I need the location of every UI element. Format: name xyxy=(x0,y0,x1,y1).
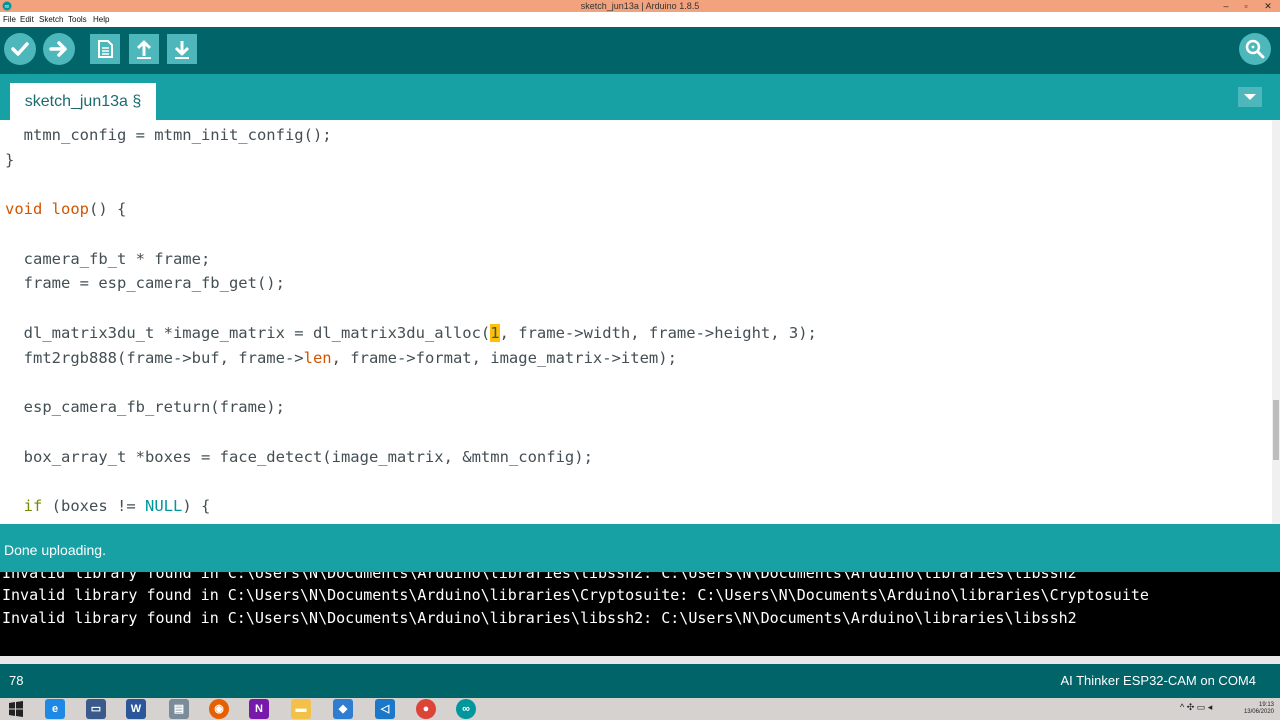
file-icon[interactable]: ▤ xyxy=(169,699,189,719)
title-bar: ∞ sketch_jun13a | Arduino 1.8.5 – ▫ ✕ xyxy=(0,0,1280,12)
word-icon[interactable]: W xyxy=(126,699,146,719)
console-line: Invalid library found in C:\Users\N\Docu… xyxy=(2,586,1149,604)
code-line: box_array_t *boxes = face_detect(image_m… xyxy=(5,448,593,466)
scrollbar-thumb[interactable] xyxy=(1273,400,1279,460)
console-line: Invalid library found in C:\Users\N\Docu… xyxy=(2,609,1077,627)
chevron-down-icon xyxy=(1244,94,1256,100)
serial-monitor-button[interactable] xyxy=(1239,33,1271,65)
code-line: esp_camera_fb_return(frame); xyxy=(5,398,285,416)
menu-help[interactable]: Help xyxy=(93,14,109,25)
app-icon[interactable]: ▭ xyxy=(86,699,106,719)
code-line: } xyxy=(5,151,15,169)
open-button[interactable] xyxy=(129,34,159,64)
onenote-icon[interactable]: N xyxy=(249,699,269,719)
verify-button[interactable] xyxy=(4,33,36,65)
status-area: Done uploading. xyxy=(0,524,1280,572)
code-line: void loop() { xyxy=(5,200,127,218)
bottom-status-bar: 78 AI Thinker ESP32-CAM on COM4 xyxy=(0,664,1280,698)
arduino-icon[interactable]: ∞ xyxy=(456,699,476,719)
system-tray-icons[interactable]: ^ ✣ ▭ ◂ xyxy=(1180,703,1220,712)
minimize-button[interactable]: – xyxy=(1216,0,1236,12)
code-line: if (boxes != NULL) { xyxy=(23,497,211,515)
menu-bar: File Edit Sketch Tools Help xyxy=(0,12,1280,27)
arrow-down-icon xyxy=(174,41,190,59)
tab-sketch[interactable]: sketch_jun13a § xyxy=(10,83,156,120)
code-line: mtmn_config = mtmn_init_config(); xyxy=(5,126,332,144)
menu-edit[interactable]: Edit xyxy=(20,14,34,25)
clock-time: 19:13 xyxy=(1258,702,1274,708)
new-sketch-button[interactable] xyxy=(90,34,120,64)
tab-menu-button[interactable] xyxy=(1238,87,1262,107)
visual-studio-code-icon[interactable]: ◁ xyxy=(375,699,395,719)
console-line: Invalid library found in C:\Users\N\Docu… xyxy=(2,572,1077,582)
code-line: frame = esp_camera_fb_get(); xyxy=(5,274,285,292)
arrow-right-icon xyxy=(49,41,67,57)
tab-bar: sketch_jun13a § xyxy=(0,74,1280,120)
line-number: 78 xyxy=(9,673,24,688)
code-line: dl_matrix3du_t *image_matrix = dl_matrix… xyxy=(5,324,817,342)
new-file-icon xyxy=(98,40,113,58)
code-line: fmt2rgb888(frame->buf, frame->len, frame… xyxy=(5,349,677,367)
magnifier-icon xyxy=(1245,39,1265,59)
menu-tools[interactable]: Tools xyxy=(68,14,87,25)
menu-sketch[interactable]: Sketch xyxy=(39,14,63,25)
chrome-icon[interactable]: ● xyxy=(416,699,436,719)
clock-date: 13/06/2020 xyxy=(1243,709,1274,715)
taskbar: e ▭ W ▤ ◉ N ▬ ◆ ◁ ● ∞ ^ ✣ ▭ ◂ 19:13 13/0… xyxy=(0,698,1280,720)
sourcetree-icon[interactable]: ◆ xyxy=(333,699,353,719)
windows-start-icon[interactable] xyxy=(6,699,26,719)
upload-button[interactable] xyxy=(43,33,75,65)
internet-explorer-icon[interactable]: e xyxy=(45,699,65,719)
maximize-button[interactable]: ▫ xyxy=(1236,0,1256,12)
menu-file[interactable]: File xyxy=(3,14,16,25)
check-icon xyxy=(11,42,29,56)
code-editor[interactable]: mtmn_config = mtmn_init_config(); } void… xyxy=(0,120,1280,524)
console-output[interactable]: Invalid library found in C:\Users\N\Docu… xyxy=(0,572,1280,656)
toolbar xyxy=(0,27,1280,74)
save-button[interactable] xyxy=(167,34,197,64)
code-line: camera_fb_t * frame; xyxy=(5,250,211,268)
window-title: sketch_jun13a | Arduino 1.8.5 xyxy=(580,1,700,11)
arrow-up-icon xyxy=(136,40,152,59)
close-button[interactable]: ✕ xyxy=(1258,0,1278,12)
editor-scrollbar[interactable] xyxy=(1272,120,1280,524)
status-message: Done uploading. xyxy=(4,542,106,558)
file-explorer-icon[interactable]: ▬ xyxy=(291,699,311,719)
board-port-label: AI Thinker ESP32-CAM on COM4 xyxy=(1060,673,1256,688)
firefox-icon[interactable]: ◉ xyxy=(209,699,229,719)
console-horizontal-scrollbar[interactable] xyxy=(0,656,1280,664)
clock[interactable]: 19:13 13/06/2020 xyxy=(1226,702,1274,716)
